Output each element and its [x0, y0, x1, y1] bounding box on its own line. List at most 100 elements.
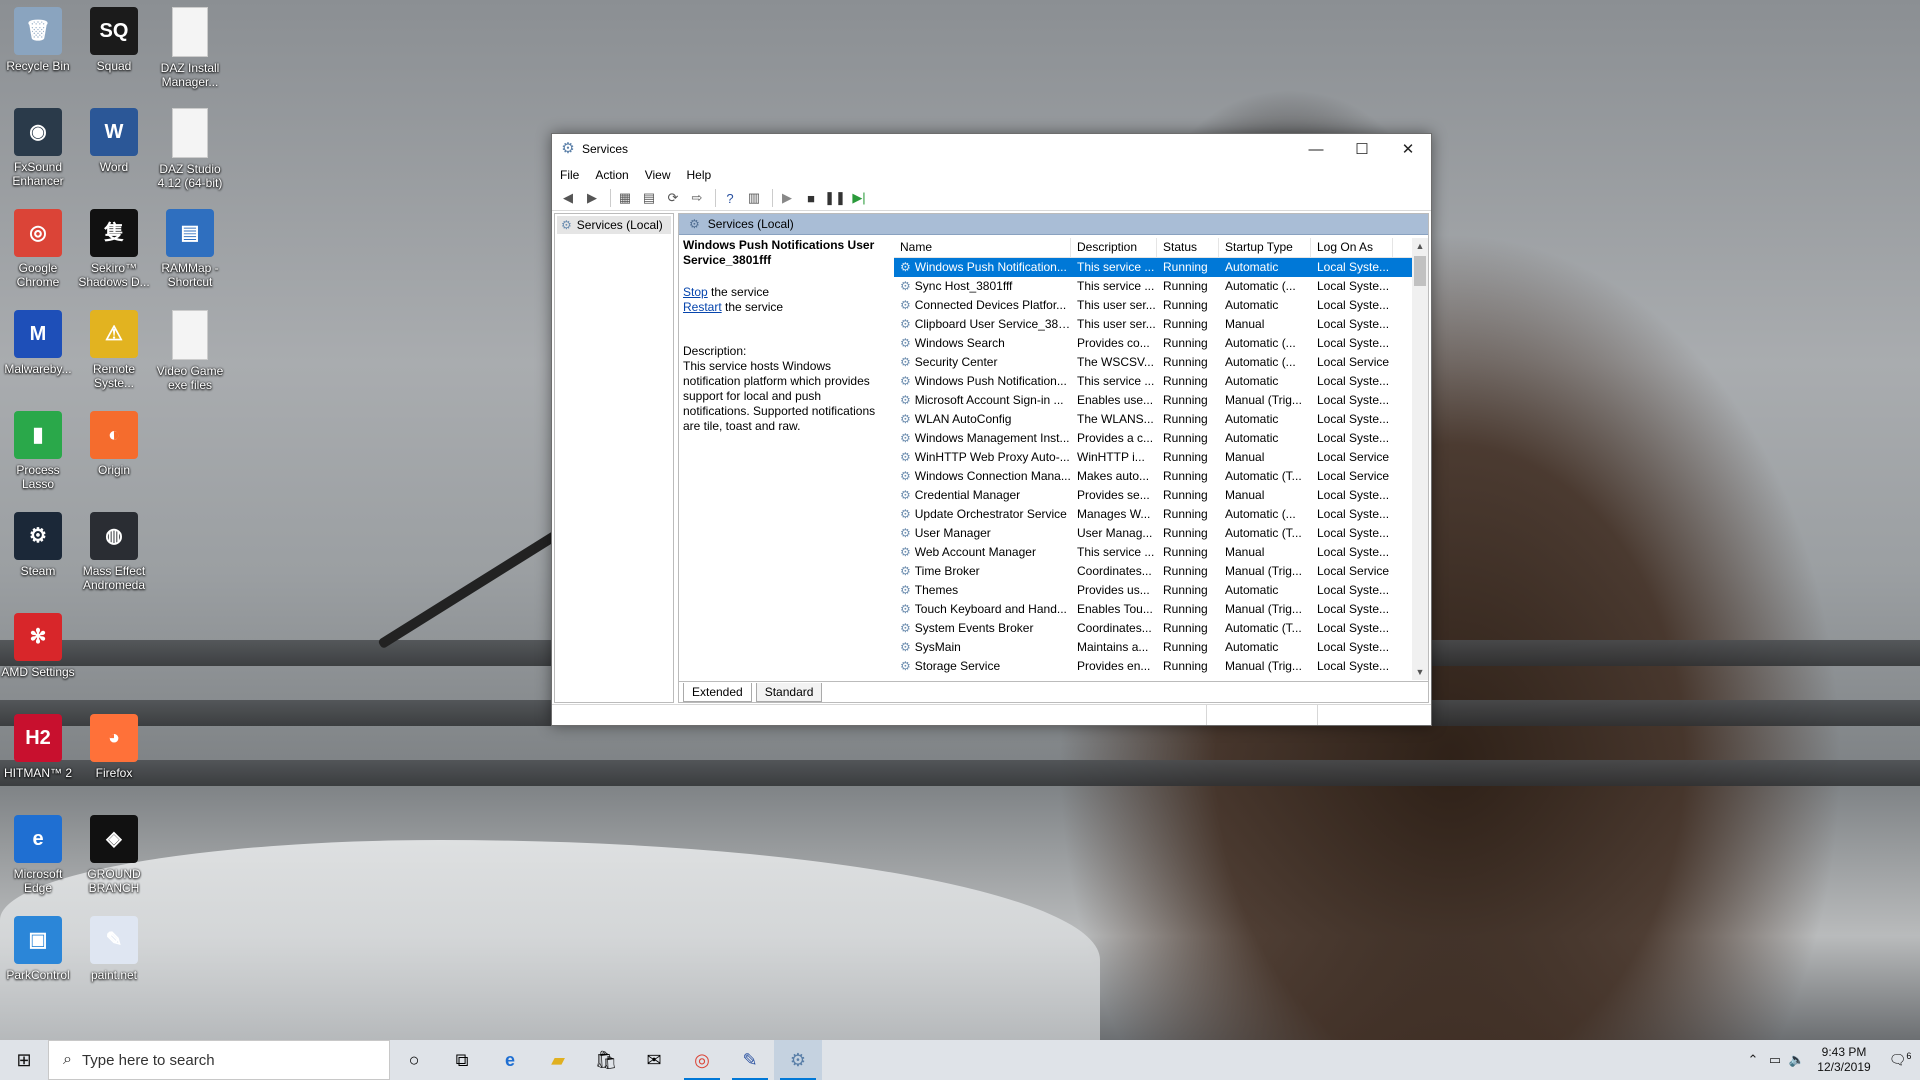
clock[interactable]: 9:43 PM 12/3/2019 — [1808, 1045, 1880, 1075]
file-explorer-icon[interactable]: ▰ — [534, 1040, 582, 1080]
column-header-startup-type[interactable]: Startup Type — [1219, 238, 1311, 257]
table-row[interactable]: ⚙ Windows Search Provides co... Running Auto… — [894, 334, 1428, 353]
desktop-icon[interactable]: ◉ FxSound Enhancer — [0, 108, 77, 188]
store-icon[interactable]: 🛍 — [582, 1040, 630, 1080]
table-row[interactable]: ⚙ WinHTTP Web Proxy Auto-... WinHTTP i... R… — [894, 448, 1428, 467]
desktop-icon[interactable]: ✻ AMD Settings — [0, 613, 77, 679]
desktop-icon[interactable]: ◍ Mass Effect Andromeda — [75, 512, 153, 592]
menu-help[interactable]: Help — [687, 168, 712, 182]
desktop-icon[interactable]: ▤ RAMMap - Shortcut — [151, 209, 229, 289]
chevron-up-icon[interactable]: ⌃ — [1742, 1052, 1764, 1068]
console-tree-icon[interactable]: ▦ — [615, 188, 635, 208]
vertical-scrollbar[interactable]: ▲ ▼ — [1412, 238, 1428, 680]
services-taskbar-icon[interactable]: ⚙ — [774, 1040, 822, 1080]
desktop-icon[interactable]: ▮ Process Lasso — [0, 411, 77, 491]
minimize-button[interactable]: — — [1293, 134, 1339, 164]
desktop-icon[interactable]: M Malwareby... — [0, 310, 77, 376]
services-list: Name Description Status Startup Type Log… — [894, 238, 1428, 680]
desktop-icon[interactable]: ◎ Google Chrome — [0, 209, 77, 289]
table-row[interactable]: ⚙ SysMain Maintains a... Running Automatic Lo… — [894, 638, 1428, 657]
table-row[interactable]: ⚙ Windows Push Notification... This servic… — [894, 258, 1428, 277]
stop-service-icon[interactable]: ■ — [801, 188, 821, 208]
desktop-icon[interactable]: DAZ Install Manager... — [151, 7, 229, 89]
scroll-thumb[interactable] — [1414, 256, 1426, 286]
close-button[interactable]: ✕ — [1385, 134, 1431, 164]
column-header-status[interactable]: Status — [1157, 238, 1219, 257]
desktop-icon[interactable]: e Microsoft Edge — [0, 815, 77, 895]
column-header-description[interactable]: Description — [1071, 238, 1157, 257]
tab-extended[interactable]: Extended — [683, 683, 752, 702]
table-row[interactable]: ⚙ WLAN AutoConfig The WLANS... Running Autom… — [894, 410, 1428, 429]
table-row[interactable]: ⚙ Web Account Manager This service ... Runn… — [894, 543, 1428, 562]
desktop-icon[interactable]: ◕ Firefox — [75, 714, 153, 780]
action-center-icon[interactable]: 🗨6 — [1880, 1051, 1920, 1069]
table-row[interactable]: ⚙ System Events Broker Coordinates... Runni… — [894, 619, 1428, 638]
search-box[interactable]: ⌕ Type here to search — [48, 1040, 390, 1080]
desktop-icon[interactable]: ⚙ Steam — [0, 512, 77, 578]
desktop-icon[interactable]: ⚠ Remote Syste... — [75, 310, 153, 390]
table-row[interactable]: ⚙ User Manager User Manag... Running Automat… — [894, 524, 1428, 543]
table-row[interactable]: ⚙ Clipboard User Service_3801... This user… — [894, 315, 1428, 334]
table-row[interactable]: ⚙ Touch Keyboard and Hand... Enables Tou..… — [894, 600, 1428, 619]
desktop-icon[interactable]: ▣ ParkControl — [0, 916, 77, 982]
table-row[interactable]: ⚙ Credential Manager Provides se... Running… — [894, 486, 1428, 505]
tab-standard[interactable]: Standard — [755, 683, 823, 702]
menu-view[interactable]: View — [645, 168, 671, 182]
tree-item-services-local[interactable]: ⚙ Services (Local) — [557, 216, 671, 234]
table-row[interactable]: ⚙ Security Center The WSCSV... Running Autom… — [894, 353, 1428, 372]
desktop-icon[interactable]: SQ Squad — [75, 7, 153, 73]
refresh-icon[interactable]: ⟳ — [663, 188, 683, 208]
column-header-name[interactable]: Name — [894, 238, 1071, 257]
table-row[interactable]: ⚙ Windows Connection Mana... Makes auto...… — [894, 467, 1428, 486]
volume-icon[interactable]: 🔈 — [1786, 1052, 1808, 1068]
restart-service-icon[interactable]: ▶| — [849, 188, 869, 208]
cell-status: Running — [1163, 564, 1208, 578]
wallpaper-rail — [0, 760, 1920, 786]
maximize-button[interactable]: ☐ — [1339, 134, 1385, 164]
start-button[interactable]: ⊞ — [0, 1040, 48, 1080]
properties-icon[interactable]: ▤ — [639, 188, 659, 208]
menu-action[interactable]: Action — [595, 168, 628, 182]
desktop-icon[interactable]: H2 HITMAN™ 2 — [0, 714, 77, 780]
table-row[interactable]: ⚙ Windows Push Notification... This servic… — [894, 372, 1428, 391]
table-row[interactable]: ⚙ Windows Management Inst... Provides a c.… — [894, 429, 1428, 448]
desktop-icon[interactable]: W Word — [75, 108, 153, 174]
desktop-icon[interactable]: ◈ GROUND BRANCH — [75, 815, 153, 895]
restart-service-link[interactable]: Restart — [683, 300, 722, 314]
table-row[interactable]: ⚙ Themes Provides us... Running Automatic Loc… — [894, 581, 1428, 600]
stop-service-link[interactable]: Stop — [683, 285, 708, 299]
mail-icon[interactable]: ✉ — [630, 1040, 678, 1080]
desktop-icon[interactable]: ✎ paint.net — [75, 916, 153, 982]
table-row[interactable]: ⚙ Connected Devices Platfor... This user s… — [894, 296, 1428, 315]
table-row[interactable]: ⚙ Sync Host_3801fff This service ... Runnin… — [894, 277, 1428, 296]
scroll-up-icon[interactable]: ▲ — [1412, 238, 1428, 254]
start-service-icon[interactable]: ▶ — [777, 188, 797, 208]
table-row[interactable]: ⚙ Storage Service Provides en... Running Man… — [894, 657, 1428, 676]
table-row[interactable]: ⚙ Update Orchestrator Service Manages W...… — [894, 505, 1428, 524]
forward-icon[interactable]: ▶ — [582, 188, 602, 208]
back-icon[interactable]: ◀ — [558, 188, 578, 208]
table-row[interactable]: ⚙ Microsoft Account Sign-in ... Enables us… — [894, 391, 1428, 410]
help-icon[interactable]: ? — [720, 188, 740, 208]
desktop-icon[interactable]: 🗑 Recycle Bin — [0, 7, 77, 73]
table-row[interactable]: ⚙ Time Broker Coordinates... Running Manual … — [894, 562, 1428, 581]
task-view-icon[interactable]: ⧉ — [438, 1040, 486, 1080]
chrome-taskbar-icon[interactable]: ◎ — [678, 1040, 726, 1080]
desktop-icon[interactable]: 隻 Sekiro™ Shadows D... — [75, 209, 153, 289]
view-icon[interactable]: ▥ — [744, 188, 764, 208]
desktop-icon[interactable]: DAZ Studio 4.12 (64-bit) — [151, 108, 229, 190]
edge-taskbar-icon[interactable]: e — [486, 1040, 534, 1080]
service-gear-icon: ⚙ — [900, 374, 911, 388]
desktop-icon[interactable]: Video Game exe files — [151, 310, 229, 392]
column-header-log-on-as[interactable]: Log On As — [1311, 238, 1393, 257]
pause-service-icon[interactable]: ❚❚ — [824, 188, 846, 208]
desktop-icon[interactable]: ◐ Origin — [75, 411, 153, 477]
scroll-down-icon[interactable]: ▼ — [1412, 664, 1428, 680]
title-bar[interactable]: ⚙ Services — ☐ ✕ — [552, 134, 1431, 164]
network-icon[interactable]: ▭ — [1764, 1052, 1786, 1068]
paintnet-taskbar-icon[interactable]: ✎ — [726, 1040, 774, 1080]
cell-status: Running — [1163, 640, 1208, 654]
export-list-icon[interactable]: ⇨ — [687, 188, 707, 208]
cortana-icon[interactable]: ○ — [390, 1040, 438, 1080]
menu-file[interactable]: File — [560, 168, 579, 182]
